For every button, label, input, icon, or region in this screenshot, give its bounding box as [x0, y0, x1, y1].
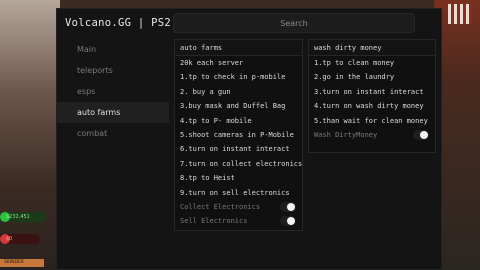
list-item[interactable]: 2. buy a gun [175, 85, 302, 99]
app-title: Volcano.GG | PS2! [65, 17, 178, 29]
list-item[interactable]: 1.tp to clean money [309, 56, 435, 70]
list-item[interactable]: 3.turn on instant interact [309, 85, 435, 99]
sidebar-item-auto-farms[interactable]: auto farms [57, 102, 169, 123]
sell-electronics-row: Sell Electronics [175, 214, 302, 228]
list-item[interactable]: 5.than wait for clean money [309, 114, 435, 128]
list-item[interactable]: 7.turn on collect electronics [175, 157, 302, 171]
list-item[interactable]: 9.turn on sell electronics [175, 186, 302, 200]
sidebar-item-main[interactable]: Main [57, 39, 169, 60]
cheat-menu-window: Volcano.GG | PS2! Main teleports esps au… [56, 8, 442, 270]
sidebar-item-combat[interactable]: combat [57, 123, 169, 144]
list-item[interactable]: 5.shoot cameras in P-Mobile [175, 128, 302, 142]
sidebar-item-esps[interactable]: esps [57, 81, 169, 102]
list-item[interactable]: 20k each server [175, 56, 302, 70]
sidebar-nav: Main teleports esps auto farms combat [57, 39, 169, 144]
awning-stripes [448, 4, 472, 24]
search-input[interactable] [173, 13, 415, 33]
list-item[interactable]: 3.buy mask and Duffel Bag [175, 99, 302, 113]
list-item[interactable]: 2.go in the laundry [309, 70, 435, 84]
toggle-label: Collect Electronics [180, 202, 261, 211]
auto-farms-panel: auto farms 20k each server 1.tp to check… [174, 39, 303, 231]
toggle-label: Sell Electronics [180, 217, 248, 226]
list-item[interactable]: 6.turn on instant interact [175, 142, 302, 156]
toggle-knob [420, 130, 428, 139]
list-item[interactable]: 4.turn on wash dirty money [309, 99, 435, 113]
list-item[interactable]: 4.tp to P- mobile [175, 114, 302, 128]
panel-header: auto farms [175, 40, 302, 56]
sell-electronics-toggle[interactable] [280, 216, 296, 227]
bank-amount: $0 [6, 236, 13, 242]
collect-electronics-toggle[interactable] [280, 201, 296, 212]
game-background-left [0, 0, 60, 270]
list-item[interactable]: 8.tp to Heist [175, 171, 302, 185]
toggle-label: Wash DirtyMoney [314, 130, 378, 139]
wash-dirty-money-row: Wash DirtyMoney [309, 128, 435, 142]
job-label: SKINDER [4, 260, 24, 265]
job-hud: SKINDER [0, 259, 44, 267]
cash-hud: $232,451 [0, 212, 46, 222]
bank-hud: $0 [0, 234, 40, 244]
wash-dirty-money-toggle[interactable] [413, 129, 429, 140]
sidebar-item-teleports[interactable]: teleports [57, 60, 169, 81]
list-item[interactable]: 1.tp to check in p-mobile [175, 70, 302, 84]
toggle-knob [287, 202, 295, 211]
toggle-knob [287, 217, 295, 226]
wash-dirty-money-panel: wash dirty money 1.tp to clean money 2.g… [308, 39, 436, 153]
panel-header: wash dirty money [309, 40, 435, 56]
collect-electronics-row: Collect Electronics [175, 200, 302, 214]
cash-amount: $232,451 [6, 214, 30, 220]
